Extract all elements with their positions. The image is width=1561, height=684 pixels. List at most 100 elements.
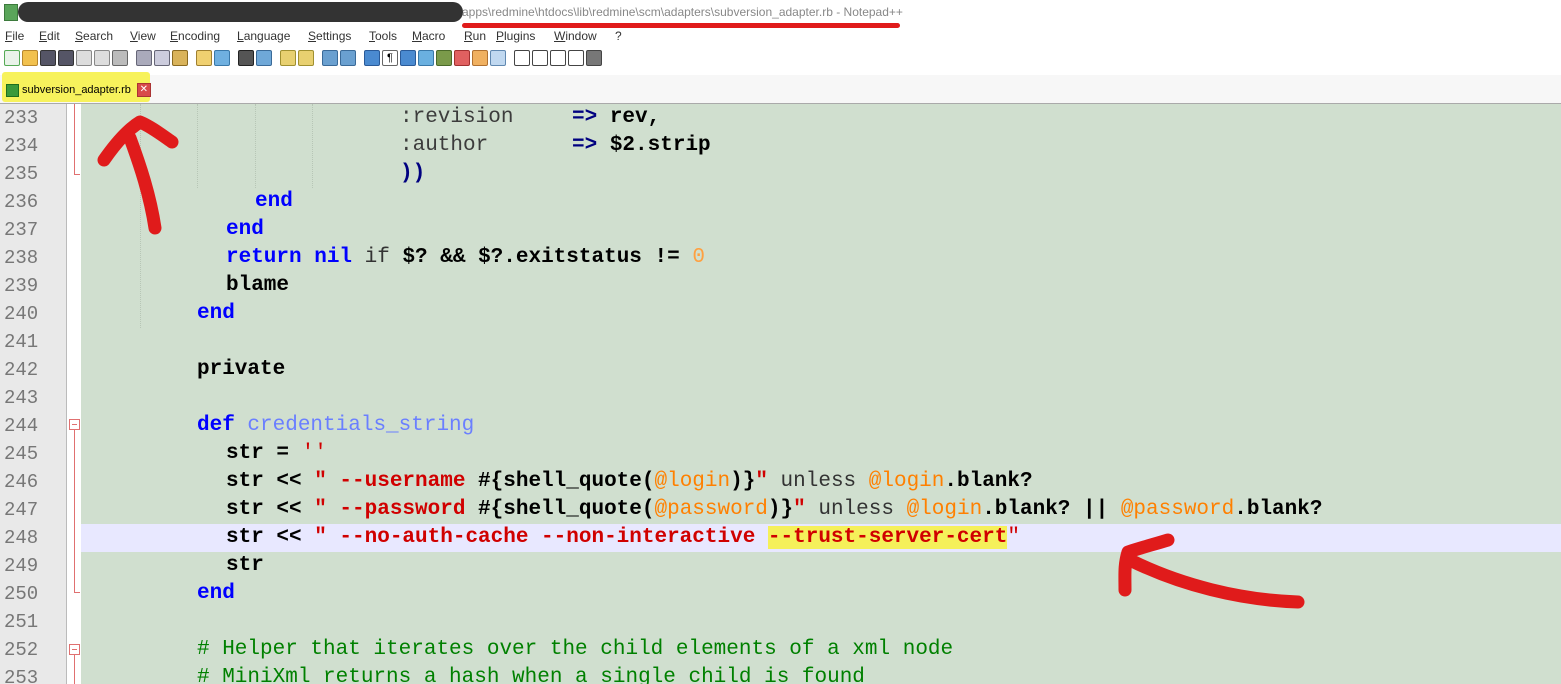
paste-icon[interactable]: [172, 50, 188, 66]
menu-help[interactable]: ?: [615, 29, 622, 43]
menu-plugins[interactable]: Plugins: [496, 29, 535, 43]
title-bar: apps\redmine\htdocs\lib\redmine\scm\adap…: [0, 0, 1561, 28]
code-line: 236 end: [0, 188, 1561, 216]
save-icon[interactable]: [40, 50, 56, 66]
new-file-icon[interactable]: [4, 50, 20, 66]
line-number: 234: [4, 135, 39, 157]
cut-icon[interactable]: [136, 50, 152, 66]
redacted-path: [18, 2, 463, 22]
token: .blank?: [1234, 498, 1323, 521]
play-macro-icon[interactable]: [550, 50, 566, 66]
menu-settings[interactable]: Settings: [308, 29, 351, 43]
menu-bar: File Edit Search View Encoding Language …: [0, 28, 1561, 46]
token: ": [793, 498, 806, 521]
token: return nil: [226, 246, 353, 269]
doc-map-icon[interactable]: [436, 50, 452, 66]
menu-file[interactable]: File: [5, 29, 24, 43]
monitoring-icon[interactable]: [490, 50, 506, 66]
token: .blank?: [944, 470, 1033, 493]
highlighted-flag: --trust-server-cert: [767, 526, 1008, 549]
token: ": [755, 470, 768, 493]
token: =>: [572, 134, 610, 157]
line-number: 252: [4, 639, 39, 661]
window-title: apps\redmine\htdocs\lib\redmine\scm\adap…: [462, 5, 903, 19]
token: str: [226, 554, 264, 577]
code-line: 247 str << " --password #{shell_quote(@p…: [0, 496, 1561, 524]
tab-subversion-adapter[interactable]: subversion_adapter.rb ✕: [6, 80, 151, 100]
line-number: 235: [4, 163, 39, 185]
menu-encoding[interactable]: Encoding: [170, 29, 220, 43]
token: #{shell_quote(: [478, 470, 655, 493]
notepadpp-app-icon: [4, 4, 18, 21]
token: end: [226, 218, 264, 241]
code-line: 245 str = '': [0, 440, 1561, 468]
menu-search[interactable]: Search: [75, 29, 113, 43]
tab-close-icon[interactable]: ✕: [136, 83, 151, 97]
menu-macro[interactable]: Macro: [412, 29, 445, 43]
menu-view[interactable]: View: [130, 29, 156, 43]
token: #{shell_quote(: [478, 498, 655, 521]
stop-macro-icon[interactable]: [532, 50, 548, 66]
token: :revision: [400, 106, 514, 129]
code-line: 252 # Helper that iterates over the chil…: [0, 636, 1561, 664]
code-line: 241: [0, 328, 1561, 356]
run-macro-multiple-icon[interactable]: [568, 50, 584, 66]
menu-window[interactable]: Window: [554, 29, 597, 43]
tab-label: subversion_adapter.rb: [22, 84, 131, 96]
sync-v-icon[interactable]: [322, 50, 338, 66]
token: unless: [805, 498, 907, 521]
save-all-icon[interactable]: [58, 50, 74, 66]
code-line: 243: [0, 384, 1561, 412]
token: .blank? ||: [982, 498, 1121, 521]
token: str <<: [226, 470, 315, 493]
line-number: 241: [4, 331, 39, 353]
token: @password: [654, 498, 768, 521]
code-line: 244 def credentials_string: [0, 412, 1561, 440]
line-number: 242: [4, 359, 39, 381]
line-number: 237: [4, 219, 39, 241]
record-macro-icon[interactable]: [514, 50, 530, 66]
close-icon[interactable]: [76, 50, 92, 66]
line-number: 243: [4, 387, 39, 409]
token: if: [352, 246, 403, 269]
token: @login: [868, 470, 945, 493]
copy-icon[interactable]: [154, 50, 170, 66]
menu-edit[interactable]: Edit: [39, 29, 60, 43]
line-number: 248: [4, 527, 39, 549]
open-file-icon[interactable]: [22, 50, 38, 66]
menu-run[interactable]: Run: [464, 29, 486, 43]
code-line-current: 248 str << " --no-auth-cache --non-inter…: [0, 524, 1561, 552]
redo-icon[interactable]: [214, 50, 230, 66]
word-wrap-icon[interactable]: [364, 50, 380, 66]
show-all-chars-icon[interactable]: ¶: [382, 50, 398, 66]
token: " --no-auth-cache --non-interactive: [314, 526, 768, 549]
indent-guide-icon[interactable]: [400, 50, 416, 66]
replace-icon[interactable]: [256, 50, 272, 66]
token: blame: [226, 274, 290, 297]
zoom-out-icon[interactable]: [298, 50, 314, 66]
find-icon[interactable]: [238, 50, 254, 66]
menu-tools[interactable]: Tools: [369, 29, 397, 43]
sync-h-icon[interactable]: [340, 50, 356, 66]
udl-icon[interactable]: [418, 50, 434, 66]
folder-workspace-icon[interactable]: [472, 50, 488, 66]
zoom-in-icon[interactable]: [280, 50, 296, 66]
code-line: 239 blame: [0, 272, 1561, 300]
token: $2.strip: [609, 134, 711, 157]
function-list-icon[interactable]: [454, 50, 470, 66]
print-icon[interactable]: [112, 50, 128, 66]
token: )}: [730, 470, 756, 493]
close-all-icon[interactable]: [94, 50, 110, 66]
editor[interactable]: 233 :revision => rev, 234 :author => $2.…: [0, 104, 1561, 684]
line-number: 239: [4, 275, 39, 297]
menu-language[interactable]: Language: [237, 29, 290, 43]
line-number: 244: [4, 415, 39, 437]
undo-icon[interactable]: [196, 50, 212, 66]
code-line: 237 end: [0, 216, 1561, 244]
token: def: [197, 414, 248, 437]
saved-state-icon: [6, 83, 19, 97]
tab-bar: [0, 75, 1561, 104]
save-macro-icon[interactable]: [586, 50, 602, 66]
comment: # MiniXml returns a hash when a single c…: [197, 666, 865, 684]
line-number: 238: [4, 247, 39, 269]
